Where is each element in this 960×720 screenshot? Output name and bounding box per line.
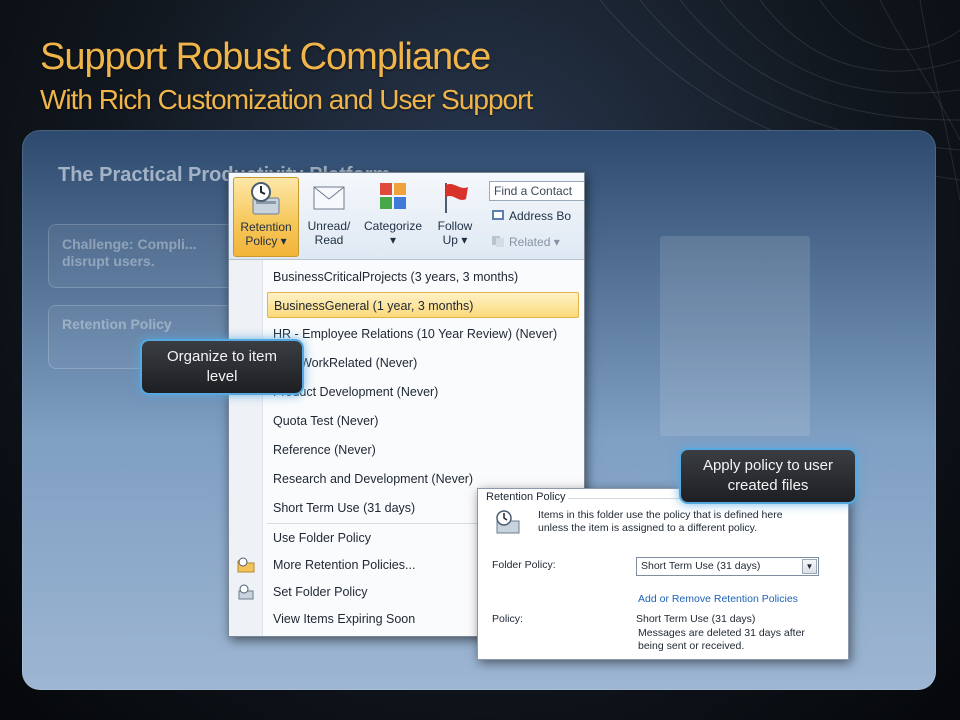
address-book-label: Address Bo bbox=[509, 209, 572, 223]
related-label: Related ▾ bbox=[509, 235, 560, 249]
find-contact-input[interactable]: Find a Contact bbox=[489, 181, 584, 201]
folder-policy-label: Folder Policy: bbox=[492, 559, 556, 571]
background-document-image bbox=[660, 236, 810, 436]
menu-item-policy[interactable]: Non-WorkRelated (Never) bbox=[267, 350, 579, 376]
slide-subtitle-heading: With Rich Customization and User Support bbox=[40, 84, 533, 115]
retention-clock-icon bbox=[496, 510, 520, 534]
related-button[interactable]: Related ▾ bbox=[491, 235, 560, 249]
apply-policy-callout: Apply policy to user created files bbox=[679, 448, 857, 504]
folder-policy-select[interactable]: Short Term Use (31 days) ▼ bbox=[636, 557, 819, 576]
retention-clock-icon bbox=[251, 182, 280, 215]
categorize-label: Categorize ▾ bbox=[363, 219, 423, 247]
retention-box-text: Retention Policy bbox=[62, 316, 172, 332]
category-color-icon bbox=[380, 183, 406, 209]
follow-up-button[interactable]: Follow Up ▾ bbox=[429, 177, 481, 257]
address-book-icon bbox=[492, 210, 504, 220]
expiring-items-icon bbox=[238, 584, 254, 600]
unread-read-button[interactable]: Unread/ Read bbox=[301, 177, 357, 257]
related-icon bbox=[492, 236, 504, 247]
folder-policy-value: Short Term Use (31 days) bbox=[641, 560, 761, 572]
menu-item-policy-selected[interactable]: BusinessGeneral (1 year, 3 months) bbox=[267, 292, 579, 318]
organize-callout: Organize to item level bbox=[140, 339, 304, 395]
policy-description: Items in this folder use the policy that… bbox=[538, 509, 783, 534]
policy-label: Policy: bbox=[492, 613, 523, 625]
chevron-down-icon[interactable]: ▼ bbox=[802, 559, 817, 574]
retention-policy-label: Retention Policy ▾ bbox=[240, 220, 292, 248]
folder-properties-dialog: Retention Policy Items in this folder us… bbox=[477, 488, 849, 660]
menu-item-policy[interactable]: Quota Test (Never) bbox=[267, 408, 579, 434]
ribbon: Retention Policy ▾ Unread/ Read Categori… bbox=[229, 173, 584, 260]
address-book-button[interactable]: Address Bo bbox=[491, 209, 571, 223]
menu-item-policy[interactable]: Product Development (Never) bbox=[267, 379, 579, 405]
menu-item-policy[interactable]: BusinessCriticalProjects (3 years, 3 mon… bbox=[267, 264, 579, 290]
policy-detail: Messages are deleted 31 days after being… bbox=[638, 627, 805, 652]
flag-icon bbox=[445, 183, 468, 213]
categorize-button[interactable]: Categorize ▾ bbox=[357, 177, 429, 257]
follow-up-label: Follow Up ▾ bbox=[437, 219, 473, 247]
folder-clock-icon bbox=[237, 557, 255, 573]
menu-item-policy[interactable]: Reference (Never) bbox=[267, 437, 579, 463]
challenge-text: Challenge: Compli... disrupt users. bbox=[62, 236, 197, 269]
slide-title: Support Robust Compliance bbox=[40, 36, 491, 78]
unread-read-label: Unread/ Read bbox=[307, 219, 351, 247]
policy-value: Short Term Use (31 days) bbox=[636, 613, 756, 625]
menu-item-policy[interactable]: HR - Employee Relations (10 Year Review)… bbox=[267, 321, 579, 347]
envelope-icon bbox=[313, 186, 345, 210]
retention-policy-group-title: Retention Policy bbox=[484, 491, 568, 503]
menu-gutter bbox=[229, 260, 263, 636]
add-remove-policies-link[interactable]: Add or Remove Retention Policies bbox=[638, 593, 798, 605]
retention-policy-button[interactable]: Retention Policy ▾ bbox=[233, 177, 299, 257]
